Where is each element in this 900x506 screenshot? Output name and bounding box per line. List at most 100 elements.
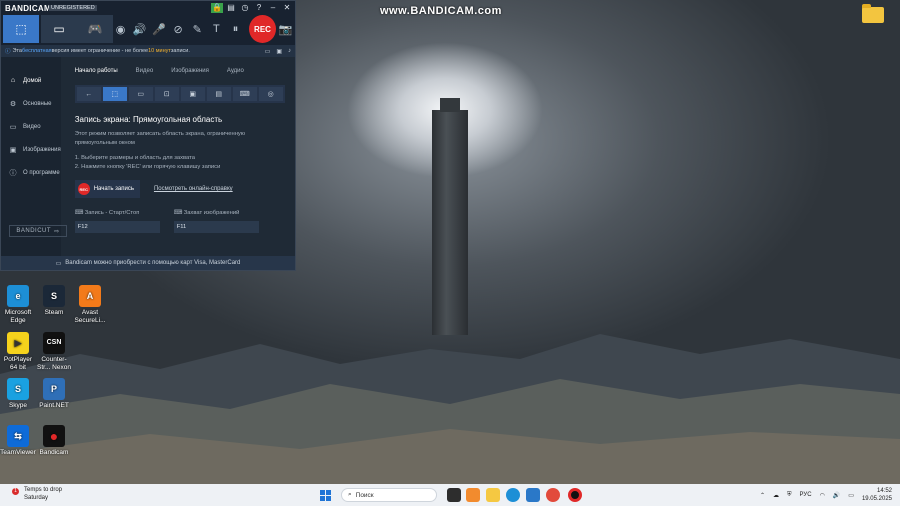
taskbar-search[interactable]: ⌕ Поиск	[341, 488, 437, 502]
text-icon[interactable]: T	[207, 23, 226, 35]
keyboard-icon: ⌨	[173, 210, 184, 216]
webcam-icon[interactable]: ◉	[111, 23, 130, 36]
bandicam-logo: BANDICAM	[5, 4, 51, 13]
sidebar-item-general[interactable]: ⚙ Основные	[1, 92, 61, 115]
hotkey-record-field[interactable]: F12	[74, 221, 160, 233]
rectangle-mode-icon[interactable]: ⬚	[102, 87, 127, 101]
store-icon[interactable]	[526, 488, 540, 502]
tab-video[interactable]: Видео	[136, 68, 154, 74]
bandicut-button[interactable]: BANDICUT ⇨	[9, 225, 67, 237]
sidebar-item-label: Домой	[23, 77, 42, 84]
folder-icon[interactable]	[862, 4, 884, 23]
microphone-icon[interactable]: 🎤	[149, 23, 168, 36]
notice-text-1: Эта	[12, 48, 22, 54]
clock-time: 14:52	[876, 488, 892, 494]
hotkey-capture-field[interactable]: F11	[173, 221, 259, 233]
around-mouse-icon[interactable]: ⊡	[154, 87, 179, 101]
close-icon[interactable]: ✕	[281, 3, 293, 13]
hotkeys: ⌨ Запись - Старт/Стоп F12 ⌨ Захват изобр…	[74, 210, 285, 233]
fullscreen-mode-icon[interactable]: ▭	[128, 87, 153, 101]
gamepad-icon: 🎮	[87, 22, 103, 36]
pause-icon[interactable]: ⏸	[226, 23, 245, 36]
lock-icon[interactable]: 🔒	[211, 3, 223, 13]
game-mode-icon[interactable]: ⌨	[232, 87, 257, 101]
file-explorer-icon[interactable]	[486, 488, 500, 502]
purchase-bar[interactable]: ▭ Bandicam можно приобрести с помощью ка…	[1, 256, 295, 270]
copilot-icon[interactable]	[466, 488, 480, 502]
chrome-icon[interactable]	[546, 488, 560, 502]
cursor-effects-icon[interactable]: ⊘	[168, 23, 187, 36]
bandicam-taskbar-icon[interactable]	[568, 488, 582, 502]
start-recording-button[interactable]: REC Начать запись	[74, 180, 140, 198]
audio-file-icon[interactable]: ♪	[288, 48, 291, 55]
clock[interactable]: 14:52 19.05.2025	[862, 487, 892, 503]
mode-title: Запись экрана: Прямоугольная область	[74, 115, 223, 124]
device-mode-icon[interactable]: ▤	[206, 87, 231, 101]
system-tray: ⌃ ☁ ⛨ РУС ◠ 🔊 ▭ 14:52 19.05.2025	[760, 487, 892, 503]
sidebar-item-video[interactable]: ▭ Видео	[1, 115, 61, 138]
desktop-icon-teamviewer[interactable]: ⇆ TeamViewer	[0, 425, 36, 457]
sidebar: ⌂ Домой ⚙ Основные ▭ Видео ▣ Изображения…	[1, 57, 67, 257]
notice-free-link[interactable]: бесплатная	[22, 48, 52, 54]
card-icon: ▭	[55, 260, 62, 267]
rec-button[interactable]: REC	[249, 15, 276, 43]
speaker-icon[interactable]: 🔊	[130, 23, 149, 36]
back-arrow-icon[interactable]: ←	[76, 87, 101, 101]
tab-audio[interactable]: Аудио	[227, 68, 244, 74]
chevron-up-icon[interactable]: ⌃	[760, 492, 765, 499]
desktop-icon-steam[interactable]: S Steam	[36, 285, 72, 317]
desktop-icon-potplayer[interactable]: ▶ PotPlayer 64 bit	[0, 332, 36, 372]
tab-getting-started[interactable]: Начало работы	[75, 68, 118, 74]
video-file-icon[interactable]: ▭	[265, 48, 271, 55]
window-mode-icon[interactable]: ▣	[180, 87, 205, 101]
taskbar: 1 Temps to drop Saturday ⌕ Поиск ⌃ ☁ ⛨ Р…	[0, 484, 900, 506]
start-button[interactable]	[320, 490, 331, 501]
desktop-icon-skype[interactable]: S Skype	[0, 378, 36, 410]
volume-icon[interactable]: 🔊	[833, 492, 840, 499]
folder-open-icon[interactable]: ▤	[225, 3, 237, 13]
help-icon[interactable]: ?	[253, 3, 265, 13]
image-file-icon[interactable]: ▣	[276, 48, 282, 55]
notification-badge: 1	[12, 488, 19, 495]
desktop-icon-label: Bandicam	[39, 449, 69, 456]
tab-images[interactable]: Изображения	[171, 68, 209, 74]
sidebar-item-home[interactable]: ⌂ Домой	[1, 69, 61, 92]
cloud-icon[interactable]: ☁	[773, 492, 779, 499]
weather-widget[interactable]: Temps to drop Saturday	[24, 486, 62, 502]
home-icon: ⌂	[10, 77, 16, 84]
tabs: Начало работы Видео Изображения Аудио	[75, 63, 285, 79]
audio-only-icon[interactable]: ◎	[258, 87, 283, 101]
desktop-icon-edge[interactable]: e Microsoft Edge	[0, 285, 36, 325]
weather-line-2: Saturday	[24, 495, 49, 501]
sidebar-item-label: Видео	[23, 123, 41, 130]
landscape-hills	[0, 334, 900, 484]
sidebar-item-images[interactable]: ▣ Изображения	[1, 138, 61, 161]
free-version-notice: ⓘ Эта бесплатная версия имеет ограничени…	[1, 45, 295, 57]
camera-icon[interactable]: 📷	[276, 23, 295, 36]
desktop-icon-label: Paint.NET	[39, 402, 69, 409]
desktop-icon-csn[interactable]: CSN Counter-Str... Nexon	[36, 332, 72, 372]
potplayer-icon: ▶	[7, 332, 29, 354]
sidebar-item-label: О программе	[23, 169, 60, 176]
mode-selector: ← ⬚ ▭ ⊡ ▣ ▤ ⌨ ◎	[74, 85, 285, 103]
desktop-icon-paintnet[interactable]: P Paint.NET	[36, 378, 72, 410]
purchase-text: Bandicam можно приобрести с помощью карт…	[65, 260, 241, 266]
shield-icon[interactable]: ⛨	[787, 492, 792, 499]
minimize-icon[interactable]: –	[267, 3, 279, 13]
notice-info-icon: ⓘ	[5, 49, 11, 55]
desktop-icon-bandicam[interactable]: ● Bandicam	[36, 425, 72, 457]
edge-taskbar-icon[interactable]	[506, 488, 520, 502]
task-view-icon[interactable]	[447, 488, 461, 502]
sidebar-item-about[interactable]: ⓘ О программе	[1, 161, 61, 184]
draw-icon[interactable]: ✎	[188, 23, 207, 36]
desktop-icon-avast[interactable]: A Avast SecureLi...	[72, 285, 108, 325]
game-mode-button[interactable]: 🎮	[77, 15, 113, 43]
desktop-icon-label: Microsoft Edge	[4, 309, 32, 324]
wifi-icon[interactable]: ◠	[820, 492, 825, 499]
language-indicator[interactable]: РУС	[800, 492, 812, 498]
online-help-link[interactable]: Посмотреть онлайн-справку	[154, 186, 233, 192]
rectangle-mode-button[interactable]: ⬚	[3, 15, 39, 43]
fullscreen-mode-button[interactable]: ▭	[41, 15, 77, 43]
battery-icon[interactable]: ▭	[848, 492, 854, 499]
clock-icon[interactable]: ◷	[239, 3, 251, 13]
